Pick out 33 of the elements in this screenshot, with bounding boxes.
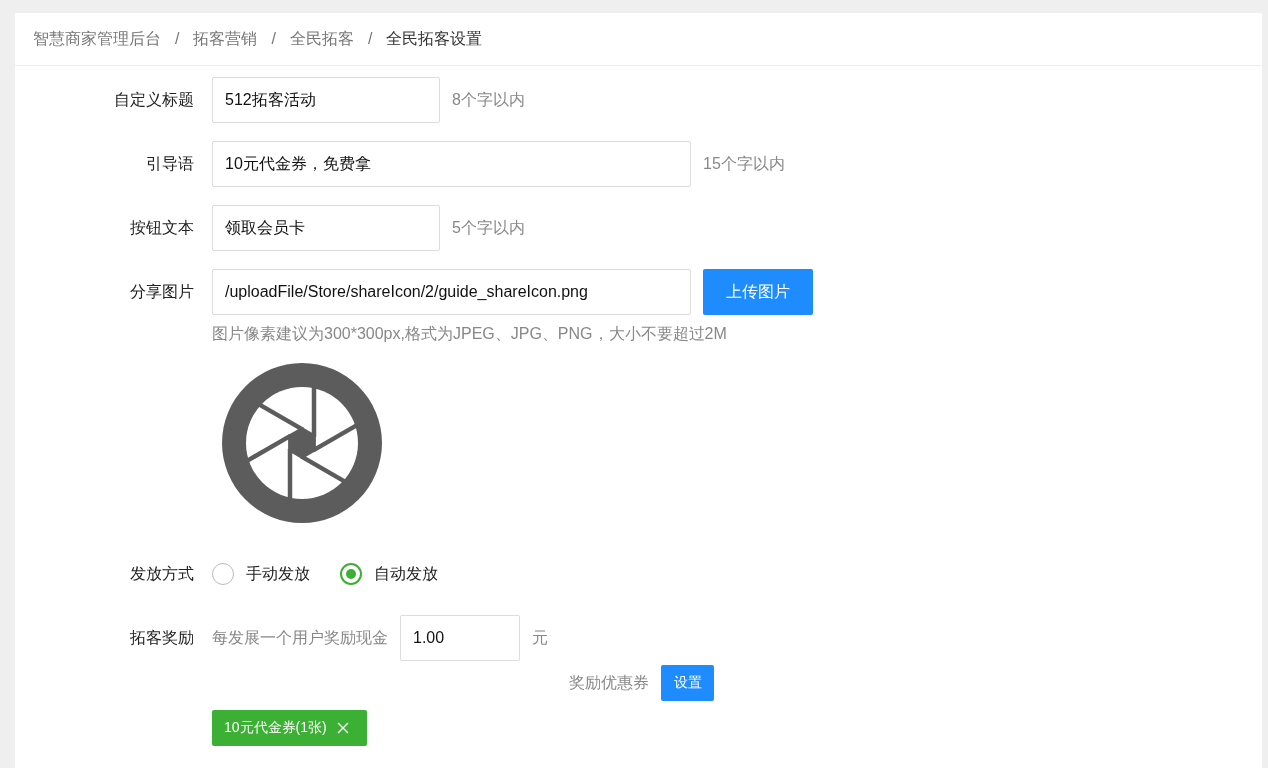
field-label: 自定义标题 [113, 89, 195, 110]
breadcrumb-link[interactable]: 拓客营销 [193, 28, 258, 50]
field-label: 拓客奖励 [129, 627, 195, 648]
field-label: 发放方式 [129, 563, 195, 584]
length-hint: 5个字以内 [452, 217, 525, 238]
field-label: 引导语 [145, 153, 195, 174]
reward-description: 每发展一个用户奖励现金 [212, 627, 388, 648]
close-icon[interactable] [336, 722, 349, 734]
field-label: 分享图片 [129, 281, 195, 302]
field-label: 按钮文本 [129, 217, 195, 238]
breadcrumb-separator: / [175, 30, 180, 48]
breadcrumb-link[interactable]: 全民拓客 [289, 28, 354, 50]
length-hint: 15个字以内 [703, 153, 785, 174]
image-requirements-note: 图片像素建议为300*300px,格式为JPEG、JPG、PNG，大小不要超过2M [212, 325, 727, 342]
text-input[interactable]: 512拓客活动 [212, 77, 440, 123]
camera-aperture-icon [222, 363, 382, 523]
radio-option[interactable]: 手动发放 [212, 563, 310, 585]
radio-option[interactable]: 自动发放 [340, 563, 438, 585]
text-input[interactable]: 领取会员卡 [212, 205, 440, 251]
breadcrumb-separator: / [367, 30, 373, 48]
radio-circle[interactable] [340, 563, 362, 585]
image-path-input[interactable]: /uploadFile/Store/shareIcon/2/guide_shareIcon.png [212, 269, 691, 315]
coupon-name: 10元代金券(1张) [224, 719, 327, 737]
currency-unit: 元 [532, 627, 548, 648]
cash-amount-input[interactable]: 1.00 [400, 615, 520, 661]
breadcrumb-separator: / [271, 30, 276, 48]
current-page-title: 全民拓客设置 [386, 28, 483, 49]
length-hint: 8个字以内 [452, 89, 525, 110]
radio-label: 自动发放 [374, 563, 438, 584]
coupon-label: 奖励优惠券 [569, 672, 649, 693]
breadcrumb-link[interactable]: 智慧商家管理后台 [33, 28, 161, 50]
radio-label: 手动发放 [246, 563, 310, 584]
text-input[interactable]: 10元代金券，免费拿 [212, 141, 691, 187]
